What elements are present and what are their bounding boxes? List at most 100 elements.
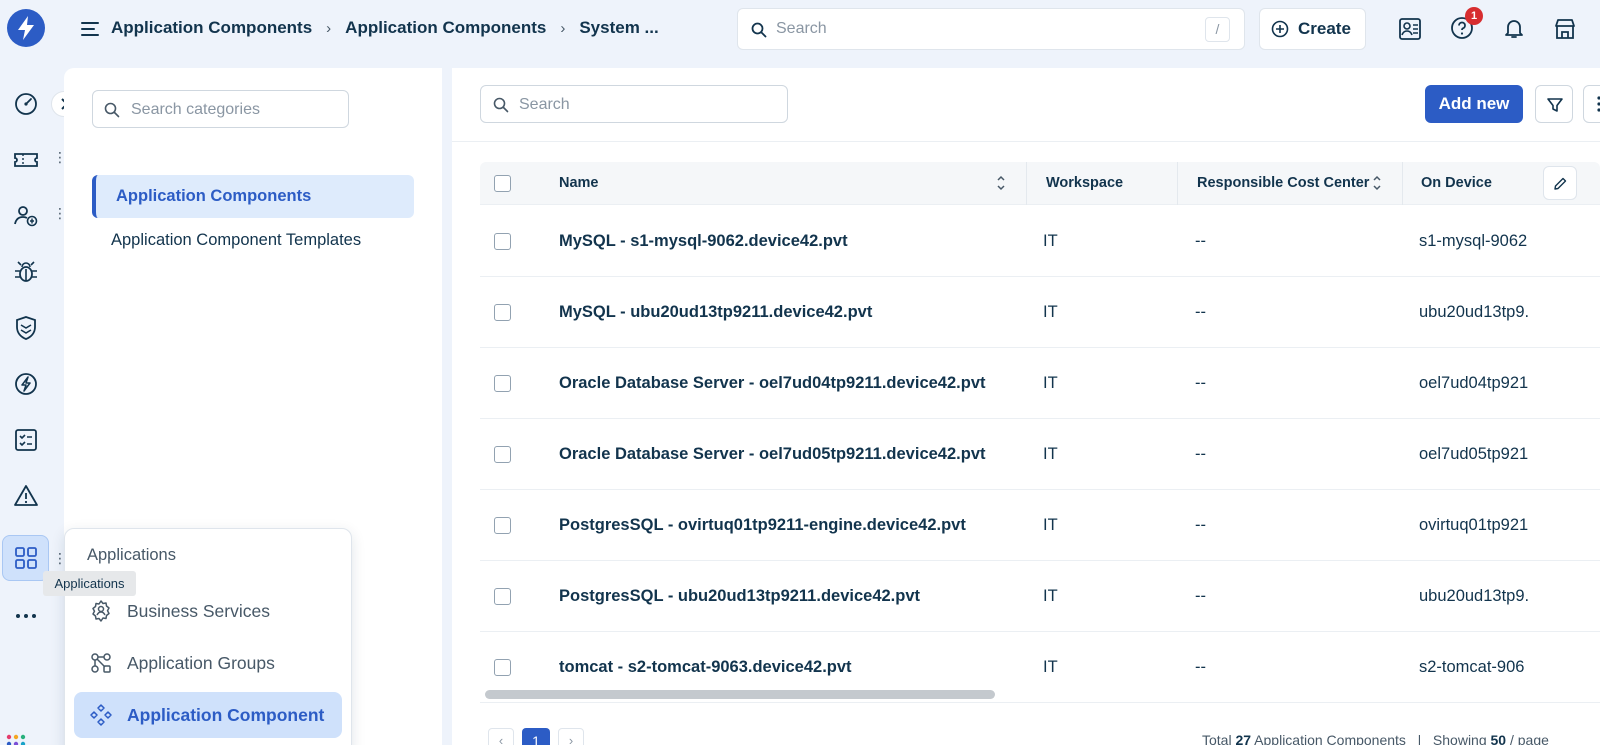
applications-grid-icon[interactable]: [12, 544, 40, 572]
breadcrumb-item[interactable]: Application Components: [345, 18, 546, 38]
row-name-link[interactable]: MySQL - ubu20ud13tp9211.device42.pvt: [559, 277, 872, 347]
applications-flyout-menu: Applications Business Services Applicati…: [64, 528, 352, 745]
row-name-link[interactable]: Oracle Database Server - oel7ud05tp9211.…: [559, 419, 986, 489]
row-workspace: IT: [1043, 303, 1058, 321]
select-all-checkbox[interactable]: [494, 175, 511, 192]
row-checkbox[interactable]: [494, 233, 511, 250]
plus-circle-icon: [1271, 20, 1289, 38]
more-horizontal-icon[interactable]: [12, 602, 40, 630]
menu-toggle-icon[interactable]: [81, 21, 99, 37]
category-item-application-component-templates[interactable]: Application Component Templates: [111, 228, 361, 252]
total-prefix: Total: [1202, 732, 1232, 745]
row-on-device[interactable]: ovirtuq01tp921: [1419, 490, 1531, 560]
row-workspace: IT: [1043, 374, 1058, 392]
row-workspace: IT: [1043, 445, 1058, 463]
pagination-summary: Total 27 Application Components | Showin…: [1202, 732, 1549, 745]
row-name-link[interactable]: MySQL - s1-mysql-9062.device42.pvt: [559, 206, 848, 276]
edit-columns-button[interactable]: [1543, 166, 1577, 200]
more-actions-button[interactable]: [1583, 85, 1600, 123]
table-row[interactable]: Oracle Database Server - oel7ud05tp9211.…: [480, 419, 1600, 490]
per-page-selector[interactable]: 50: [1491, 732, 1507, 745]
breadcrumb-item[interactable]: Application Components: [111, 18, 312, 38]
row-checkbox[interactable]: [494, 446, 511, 463]
column-header-name[interactable]: Name: [559, 162, 599, 205]
category-search[interactable]: [92, 90, 349, 128]
total-suffix: Application Components: [1254, 732, 1406, 745]
next-page-button[interactable]: ›: [558, 728, 584, 745]
column-header-workspace[interactable]: Workspace: [1046, 162, 1123, 205]
pencil-icon: [1554, 177, 1567, 190]
column-divider: [1177, 162, 1178, 205]
ticket-icon[interactable]: [12, 146, 40, 174]
lightning-icon: [18, 16, 34, 40]
help-badge: 1: [1465, 7, 1483, 25]
row-checkbox[interactable]: [494, 659, 511, 676]
create-button[interactable]: Create: [1259, 8, 1366, 50]
contacts-icon[interactable]: [1397, 16, 1423, 42]
kebab-icon: [1597, 96, 1600, 112]
app-logo[interactable]: [7, 9, 45, 47]
row-cost-center: --: [1195, 658, 1206, 676]
row-checkbox[interactable]: [494, 304, 511, 321]
row-checkbox[interactable]: [494, 375, 511, 392]
row-cost-center: --: [1195, 516, 1206, 534]
list-search-input[interactable]: [519, 93, 769, 117]
search-icon: [493, 97, 509, 113]
change-icon[interactable]: [12, 370, 40, 398]
row-name-link[interactable]: PostgresSQL - ovirtuq01tp9211-engine.dev…: [559, 490, 966, 560]
row-on-device[interactable]: ubu20ud13tp9.: [1419, 277, 1531, 347]
page-number-button[interactable]: 1: [522, 728, 550, 745]
table-row[interactable]: PostgresSQL - ubu20ud13tp9211.device42.p…: [480, 561, 1600, 632]
row-cost-center: --: [1195, 445, 1206, 463]
row-checkbox[interactable]: [494, 588, 511, 605]
horizontal-scrollbar[interactable]: [485, 690, 995, 699]
table-row[interactable]: Oracle Database Server - oel7ud04tp9211.…: [480, 348, 1600, 419]
warning-icon[interactable]: [12, 482, 40, 510]
prev-page-button[interactable]: ‹: [488, 728, 514, 745]
tasks-icon[interactable]: [12, 426, 40, 454]
sort-icon[interactable]: [996, 174, 1006, 192]
filter-button[interactable]: [1535, 85, 1573, 123]
flyout-item-application-component[interactable]: Application Component: [74, 692, 342, 738]
summary-divider: |: [1417, 732, 1422, 745]
bug-icon[interactable]: [12, 258, 40, 286]
row-on-device[interactable]: oel7ud04tp921: [1419, 348, 1531, 418]
table-row[interactable]: MySQL - s1-mysql-9062.device42.pvt IT --…: [480, 206, 1600, 277]
app-switcher-icon[interactable]: [6, 734, 26, 745]
contacts-group-icon[interactable]: [12, 202, 40, 230]
category-item-application-components[interactable]: Application Components: [92, 175, 414, 218]
showing-prefix: Showing: [1432, 732, 1487, 745]
store-icon[interactable]: [1552, 16, 1578, 42]
table-header: Name Workspace Responsible Cost Center O…: [480, 162, 1600, 205]
row-name-link[interactable]: PostgresSQL - ubu20ud13tp9211.device42.p…: [559, 561, 920, 631]
row-workspace: IT: [1043, 232, 1058, 250]
row-on-device[interactable]: oel7ud05tp921: [1419, 419, 1531, 489]
global-search-input[interactable]: [776, 17, 1176, 41]
flyout-item-label: Application Groups: [127, 653, 275, 673]
bell-icon[interactable]: [1502, 16, 1526, 40]
dashboard-icon[interactable]: [12, 90, 40, 118]
column-header-cost-center[interactable]: Responsible Cost Center: [1197, 162, 1369, 205]
row-checkbox[interactable]: [494, 517, 511, 534]
global-search[interactable]: /: [737, 8, 1245, 50]
table-row[interactable]: PostgresSQL - ovirtuq01tp9211-engine.dev…: [480, 490, 1600, 561]
row-on-device[interactable]: ubu20ud13tp9.: [1419, 561, 1531, 631]
row-name-link[interactable]: Oracle Database Server - oel7ud04tp9211.…: [559, 348, 986, 418]
list-search[interactable]: [480, 85, 788, 123]
sort-icon[interactable]: [1372, 174, 1382, 192]
row-workspace: IT: [1043, 658, 1058, 676]
row-on-device[interactable]: s1-mysql-9062: [1419, 206, 1531, 276]
business-services-icon: [92, 600, 110, 622]
add-new-button[interactable]: Add new: [1425, 85, 1523, 123]
row-cost-center: --: [1195, 587, 1206, 605]
total-count: 27: [1235, 732, 1252, 745]
category-search-input[interactable]: [131, 98, 331, 122]
showing-suffix: / page: [1509, 732, 1549, 745]
row-on-device[interactable]: s2-tomcat-906: [1419, 632, 1531, 702]
table-row[interactable]: MySQL - ubu20ud13tp9211.device42.pvt IT …: [480, 277, 1600, 348]
flyout-item-application-groups[interactable]: Application Groups: [65, 640, 353, 686]
shield-icon[interactable]: [12, 314, 40, 342]
flyout-title: Applications: [87, 546, 176, 564]
breadcrumb-item[interactable]: System ...: [579, 18, 658, 38]
column-header-on-device[interactable]: On Device: [1421, 162, 1492, 205]
